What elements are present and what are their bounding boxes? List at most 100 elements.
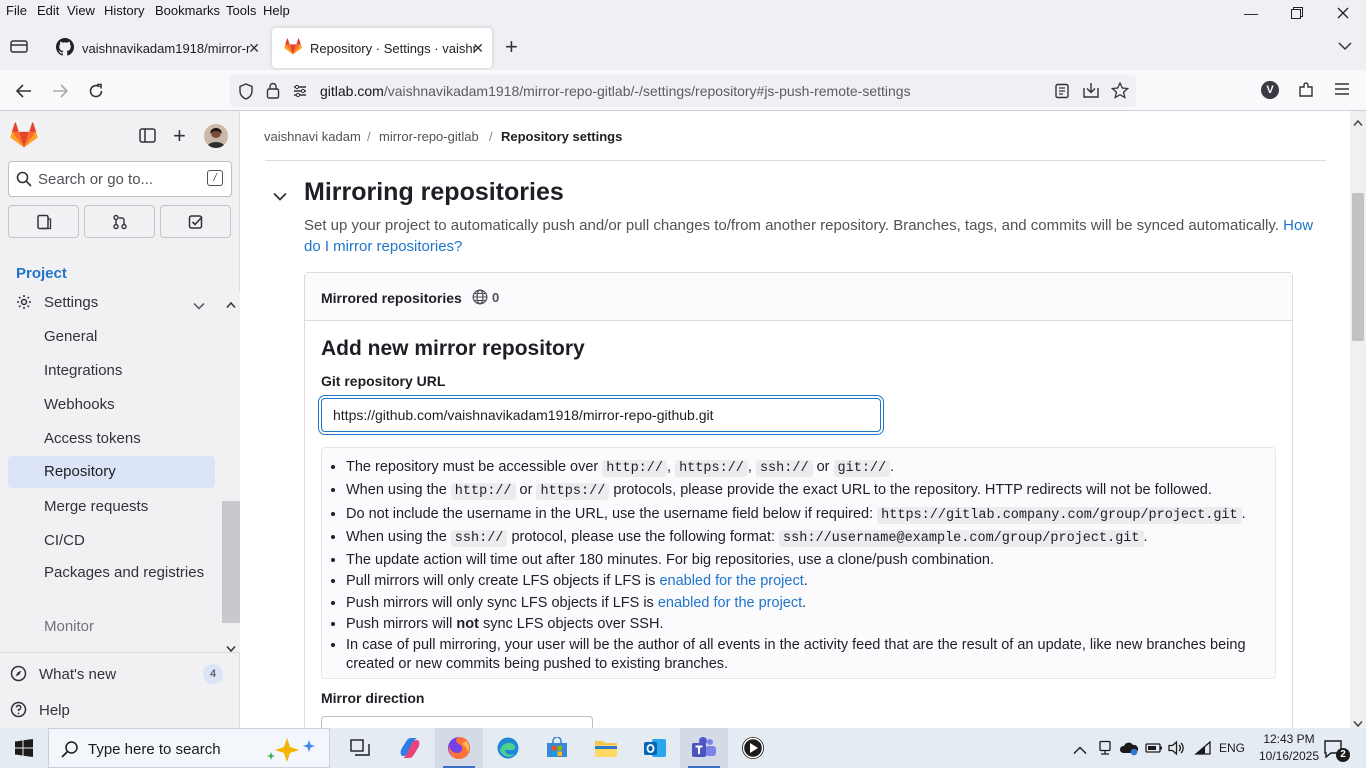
menu-history[interactable]: History [104,3,144,18]
close-tab-icon[interactable]: ✕ [472,40,484,57]
shield-icon[interactable] [238,83,254,103]
menu-bookmarks[interactable]: Bookmarks [155,3,220,18]
sidebar-item-merge-requests[interactable]: Merge requests [8,491,215,523]
file-explorer-icon[interactable] [582,728,630,768]
sidebar-item-monitor[interactable]: Monitor [8,611,215,643]
breadcrumb-separator: / [367,129,371,144]
battery-icon[interactable] [1145,741,1163,760]
copilot-icon[interactable] [386,728,434,768]
page-scrollbar[interactable] [1350,111,1366,728]
onedrive-sync-icon[interactable] [1119,740,1139,761]
todos-button[interactable] [160,205,231,238]
task-view-icon[interactable] [336,728,384,768]
sidebar-scrollbar[interactable] [222,291,240,653]
lfs-enabled-link[interactable]: enabled for the project [659,573,803,589]
sidebar-item-integrations[interactable]: Integrations [8,355,215,387]
outlook-taskbar-icon[interactable] [631,728,679,768]
tray-device-icon[interactable] [1097,740,1113,761]
tab-github[interactable]: vaishnavikadam1918/mirror-repo-github ✕ [44,28,268,68]
mirror-count: 0 [492,290,500,305]
menu-edit[interactable]: Edit [37,3,59,18]
media-player-icon[interactable] [729,728,777,768]
page-scrollbar-thumb[interactable] [1352,193,1364,341]
profile-avatar[interactable]: V [1261,81,1279,99]
save-to-pocket-icon[interactable] [1082,82,1100,102]
breadcrumb-current: Repository settings [501,129,623,144]
mirror-card: Mirrored repositories 0 Add new mirror r… [304,272,1293,746]
sidebar-section-title[interactable]: Project [16,265,67,282]
section-title[interactable]: Mirroring repositories [304,178,564,207]
list-all-tabs-icon[interactable] [1338,38,1352,56]
scroll-down-icon[interactable] [226,640,236,658]
tab-list-icon[interactable] [10,38,28,59]
gitlab-logo-icon[interactable] [10,122,38,155]
reload-icon[interactable] [83,78,109,104]
permissions-icon[interactable] [292,83,308,102]
user-avatar[interactable] [204,124,228,148]
menu-help[interactable]: Help [263,3,290,18]
url-path: /vaishnavikadam1918/mirror-repo-gitlab/-… [383,83,911,99]
forward-icon[interactable] [47,78,73,104]
reader-view-icon[interactable] [1054,83,1070,102]
sidebar-item-webhooks[interactable]: Webhooks [8,389,215,421]
scroll-up-icon[interactable] [226,296,236,314]
help-list: The repository must be accessible over h… [346,458,1261,676]
sidebar-scrollbar-thumb[interactable] [222,501,240,623]
sidebar-item-access-tokens[interactable]: Access tokens [8,423,215,455]
close-tab-icon[interactable]: ✕ [248,40,260,57]
lfs-enabled-link[interactable]: enabled for the project [658,595,802,611]
back-icon[interactable] [11,78,37,104]
app-menu-icon[interactable] [1334,82,1350,101]
teams-taskbar-icon[interactable] [680,728,728,768]
merge-request-icon [112,214,127,229]
lock-icon[interactable] [266,82,280,102]
breadcrumb-user[interactable]: vaishnavi kadam [264,129,361,144]
search-input[interactable]: Search or go to... / [8,161,232,197]
wifi-icon[interactable] [1194,740,1212,760]
volume-icon[interactable] [1168,740,1186,761]
url-domain: gitlab.com [320,83,384,99]
sidebar-item-general[interactable]: General [8,321,215,353]
whats-new-button[interactable]: What's new 4 [0,659,232,689]
help-label: Help [39,702,70,719]
breadcrumb-project[interactable]: mirror-repo-gitlab [379,129,479,144]
edge-taskbar-icon[interactable] [484,728,532,768]
new-tab-icon[interactable]: + [505,34,518,60]
address-bar[interactable]: gitlab.com/vaishnavikadam1918/mirror-rep… [230,75,1136,107]
sidebar-item-cicd[interactable]: CI/CD [8,525,215,557]
gitlab-sidebar: + Search or go to... / Project Settings … [0,111,240,728]
start-button[interactable] [0,728,48,768]
menu-file[interactable]: File [6,3,27,18]
firefox-taskbar-icon[interactable] [435,728,483,768]
bookmark-star-icon[interactable] [1110,81,1130,102]
show-hidden-icons-chevron[interactable] [1073,742,1087,760]
mirror-direction-label: Mirror direction [321,690,425,706]
store-taskbar-icon[interactable] [533,728,581,768]
scroll-up-icon[interactable] [1353,114,1363,132]
notification-count-badge: 2 [1336,748,1350,762]
issues-button[interactable] [8,205,79,238]
language-indicator[interactable]: ENG [1219,741,1245,755]
menu-view[interactable]: View [67,3,95,18]
merge-requests-button[interactable] [84,205,155,238]
taskbar-search-box[interactable]: Type here to search [48,728,330,768]
toggle-sidebar-icon[interactable] [139,128,156,148]
help-button[interactable]: Help [0,696,232,726]
clock-date[interactable]: 10/16/2025 [1255,749,1323,763]
tab-gitlab-settings[interactable]: Repository · Settings · vaishnavi kadam … [272,28,492,68]
sidebar-item-packages-registries[interactable]: Packages and registries [8,557,215,603]
search-icon [16,171,32,191]
tab-title: vaishnavikadam1918/mirror-repo-github [82,40,250,56]
clock-time[interactable]: 12:43 PM [1255,732,1323,746]
create-new-icon[interactable]: + [173,125,186,147]
url-text[interactable]: gitlab.com/vaishnavikadam1918/mirror-rep… [320,83,911,99]
help-box: The repository must be accessible over h… [321,447,1276,679]
menu-tools[interactable]: Tools [226,3,256,18]
extensions-icon[interactable] [1297,81,1315,104]
settings-gear-icon [16,294,32,315]
sidebar-item-repository[interactable]: Repository [8,456,215,488]
globe-icon [472,289,488,310]
git-url-input[interactable] [321,398,881,432]
collapse-chevron-icon[interactable] [273,188,287,206]
sidebar-item-settings[interactable]: Settings [0,291,222,313]
